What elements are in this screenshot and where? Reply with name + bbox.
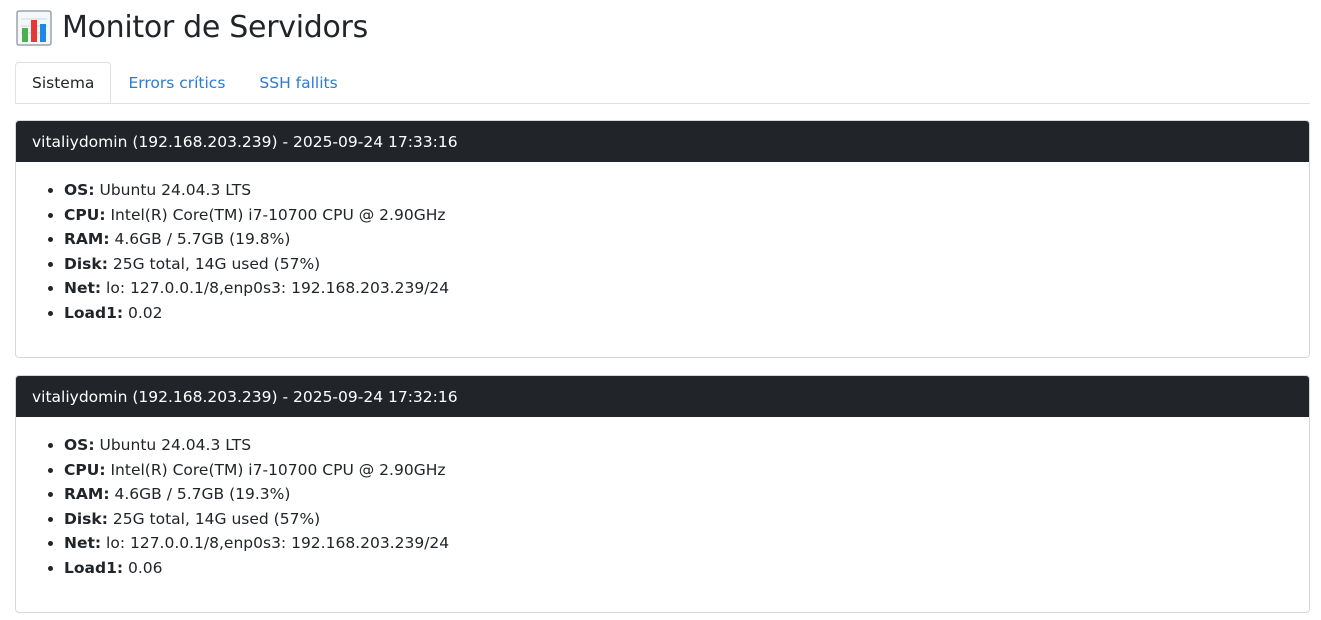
system-info-list: OS: Ubuntu 24.04.3 LTS CPU: Intel(R) Cor… <box>32 433 1293 581</box>
info-key: Disk: <box>64 254 108 273</box>
page-title-text: Monitor de Servidors <box>62 9 368 45</box>
info-key: OS: <box>64 181 95 199</box>
info-value: 25G total, 14G used (57%) <box>112 254 321 273</box>
info-item-load1: Load1: 0.06 <box>64 556 1293 581</box>
bar-chart-icon <box>16 10 52 46</box>
info-key: RAM: <box>64 230 110 249</box>
tab-errors-critics[interactable]: Errors crítics <box>111 62 242 103</box>
info-key: Net: <box>64 534 102 553</box>
info-item-os: OS: Ubuntu 24.04.3 LTS <box>64 433 1293 458</box>
info-item-cpu: CPU: Intel(R) Core(TM) i7-10700 CPU @ 2.… <box>64 203 1293 228</box>
tab-sistema[interactable]: Sistema <box>15 62 112 103</box>
page-title: Monitor de Servidors <box>15 0 1310 54</box>
info-value: lo: 127.0.0.1/8,enp0s3: 192.168.203.239/… <box>106 279 450 298</box>
report-card-body: OS: Ubuntu 24.04.3 LTS CPU: Intel(R) Cor… <box>16 162 1309 357</box>
system-info-list: OS: Ubuntu 24.04.3 LTS CPU: Intel(R) Cor… <box>32 178 1293 326</box>
info-value: Ubuntu 24.04.3 LTS <box>99 436 252 454</box>
info-value: Intel(R) Core(TM) i7-10700 CPU @ 2.90GHz <box>110 460 446 479</box>
info-item-disk: Disk: 25G total, 14G used (57%) <box>64 252 1293 277</box>
info-value: lo: 127.0.0.1/8,enp0s3: 192.168.203.239/… <box>106 534 450 553</box>
info-item-net: Net: lo: 127.0.0.1/8,enp0s3: 192.168.203… <box>64 531 1293 556</box>
info-item-net: Net: lo: 127.0.0.1/8,enp0s3: 192.168.203… <box>64 276 1293 301</box>
info-value: 0.06 <box>128 558 163 577</box>
info-key: Load1: <box>64 558 124 577</box>
report-card: vitaliydomin (192.168.203.239) - 2025-09… <box>15 120 1310 358</box>
report-card-header: vitaliydomin (192.168.203.239) - 2025-09… <box>16 121 1309 162</box>
info-item-os: OS: Ubuntu 24.04.3 LTS <box>64 178 1293 203</box>
page: Monitor de Servidors Sistema Errors crít… <box>0 0 1321 620</box>
info-item-ram: RAM: 4.6GB / 5.7GB (19.3%) <box>64 482 1293 507</box>
info-key: OS: <box>64 436 95 454</box>
report-card-header: vitaliydomin (192.168.203.239) - 2025-09… <box>16 376 1309 417</box>
info-value: 4.6GB / 5.7GB (19.3%) <box>114 485 291 504</box>
info-item-disk: Disk: 25G total, 14G used (57%) <box>64 507 1293 532</box>
info-value: Intel(R) Core(TM) i7-10700 CPU @ 2.90GHz <box>110 205 446 224</box>
tab-pane-sistema: vitaliydomin (192.168.203.239) - 2025-09… <box>15 120 1310 613</box>
info-key: RAM: <box>64 485 110 504</box>
info-value: Ubuntu 24.04.3 LTS <box>99 181 252 199</box>
report-card: vitaliydomin (192.168.203.239) - 2025-09… <box>15 375 1310 613</box>
info-key: Disk: <box>64 509 108 528</box>
info-value: 4.6GB / 5.7GB (19.8%) <box>114 230 291 249</box>
tab-ssh-fallits[interactable]: SSH fallits <box>242 62 354 103</box>
tab-bar: Sistema Errors crítics SSH fallits <box>15 62 1310 104</box>
info-key: Net: <box>64 279 102 298</box>
report-card-body: OS: Ubuntu 24.04.3 LTS CPU: Intel(R) Cor… <box>16 417 1309 612</box>
info-value: 25G total, 14G used (57%) <box>112 509 321 528</box>
info-item-ram: RAM: 4.6GB / 5.7GB (19.8%) <box>64 227 1293 252</box>
info-key: CPU: <box>64 460 106 479</box>
info-item-load1: Load1: 0.02 <box>64 301 1293 326</box>
info-item-cpu: CPU: Intel(R) Core(TM) i7-10700 CPU @ 2.… <box>64 458 1293 483</box>
info-key: Load1: <box>64 303 124 322</box>
info-value: 0.02 <box>128 303 163 322</box>
info-key: CPU: <box>64 205 106 224</box>
